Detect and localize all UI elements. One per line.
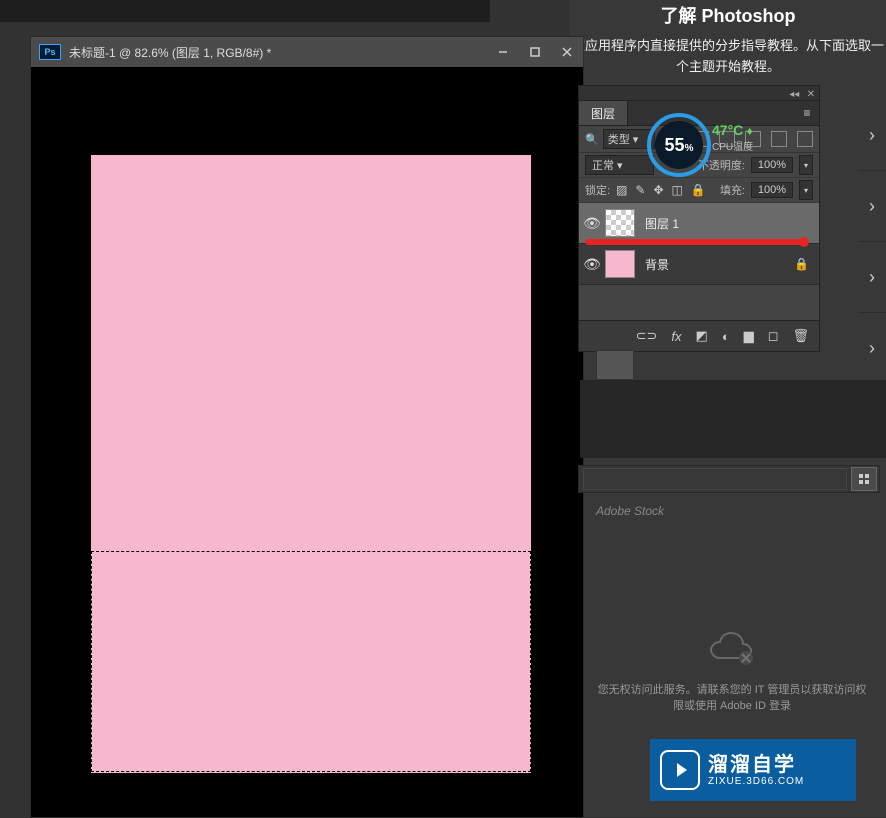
layer-mask-icon[interactable]: ◩ (696, 328, 708, 344)
maximize-button[interactable] (519, 37, 551, 67)
link-layers-icon[interactable]: ⊂⊃ (636, 328, 658, 344)
lock-artboard-icon[interactable]: ◫ (672, 183, 683, 197)
watermark-badge: 溜溜自学 ZIXUE.3D66.COM (650, 739, 856, 801)
lock-icon-group: ▨ ✎ ✥ ◫ 🔒 (616, 183, 706, 197)
play-icon (660, 750, 700, 790)
layer-thumbnail-2[interactable] (605, 250, 635, 278)
cloud-error-message: 您无权访问此服务。请联系您的 IT 管理员以获取访问权限或使用 Adobe ID… (596, 682, 868, 715)
watermark-title: 溜溜自学 (708, 754, 804, 776)
stock-toolbar (578, 465, 880, 493)
document-window: Ps 未标题-1 @ 82.6% (图层 1, RGB/8#) * (30, 36, 584, 818)
expand-chevron-4[interactable]: › (858, 313, 886, 384)
lock-move-icon[interactable]: ✥ (653, 183, 663, 197)
lock-paint-icon[interactable]: ✎ (635, 183, 645, 197)
layer-thumbnail-1[interactable] (605, 209, 635, 237)
marquee-selection[interactable] (91, 551, 531, 772)
lock-transparency-icon[interactable]: ▨ (616, 183, 627, 197)
watermark-url: ZIXUE.3D66.COM (708, 776, 804, 787)
panel-collapse-bar[interactable]: ◂◂ ✕ (579, 86, 819, 101)
blend-mode-select[interactable]: 正常 ▾ (585, 155, 654, 175)
fill-input[interactable]: 100% (751, 182, 793, 198)
lock-row: 锁定: ▨ ✎ ✥ ◫ 🔒 填充: 100% ▾ (579, 178, 819, 203)
lock-label: 锁定: (585, 182, 610, 198)
filter-shape-icon[interactable] (771, 131, 787, 147)
cpu-gauge: 55% (647, 113, 711, 177)
minimize-button[interactable] (487, 37, 519, 67)
layer-fx-icon[interactable]: fx (671, 329, 681, 344)
collapse-icon[interactable]: ◂◂ (789, 89, 799, 100)
cpu-temp-label: CPU温度 (712, 138, 753, 153)
document-titlebar[interactable]: Ps 未标题-1 @ 82.6% (图层 1, RGB/8#) * (31, 37, 583, 67)
gauge-percent: 55% (665, 135, 694, 156)
grid-view-button[interactable] (851, 467, 877, 491)
learn-panel: 了解 Photoshop 在应用程序内直接提供的分步指导教程。从下面选取一个主题… (570, 0, 886, 85)
layer-name-1[interactable]: 图层 1 (645, 215, 679, 232)
cloud-error-icon (708, 630, 756, 666)
adjustment-layer-icon[interactable]: ◐ (722, 329, 730, 344)
expand-chevron-2[interactable]: › (858, 171, 886, 242)
opacity-chevron-icon[interactable]: ▾ (799, 155, 813, 175)
stock-dropdown[interactable] (583, 468, 847, 490)
expand-chevron-3[interactable]: › (858, 242, 886, 313)
opacity-input[interactable]: 100% (751, 157, 793, 173)
layer-list: 👁 图层 1 👁 背景 🔒 (579, 203, 819, 285)
adobe-stock-label: Adobe Stock (596, 504, 664, 518)
lock-all-icon[interactable]: 🔒 (691, 183, 706, 197)
cpu-temp-readout: 47°C ♦ CPU温度 (712, 122, 753, 153)
cloud-error-area: 您无权访问此服务。请联系您的 IT 管理员以获取访问权限或使用 Adobe ID… (596, 630, 868, 715)
layer-row-1[interactable]: 👁 图层 1 (579, 203, 819, 244)
leaf-icon: ♦ (747, 124, 753, 138)
layer-name-2[interactable]: 背景 (645, 256, 669, 273)
app-menubar-bg (0, 0, 490, 22)
document-title: 未标题-1 @ 82.6% (图层 1, RGB/8#) * (69, 44, 271, 61)
group-icon[interactable]: ▆ (744, 328, 754, 344)
new-layer-icon[interactable]: ◻ (768, 328, 779, 344)
fill-label: 填充: (720, 182, 745, 198)
photoshop-icon: Ps (39, 44, 61, 60)
close-panel-icon[interactable]: ✕ (807, 89, 815, 100)
delete-layer-icon[interactable]: 🗑 (792, 328, 809, 344)
side-expand-column: › › › › (858, 100, 886, 384)
canvas[interactable] (91, 155, 531, 773)
search-icon: 🔍 (585, 133, 599, 146)
tab-layers[interactable]: 图层 (579, 101, 628, 125)
panel-menu-icon[interactable]: ≡ (795, 101, 819, 125)
close-button[interactable] (551, 37, 583, 67)
filter-smart-icon[interactable] (797, 131, 813, 147)
expand-chevron-1[interactable]: › (858, 100, 886, 171)
preview-thumbnail[interactable] (596, 350, 634, 380)
visibility-toggle-1[interactable]: 👁 (579, 215, 605, 232)
learn-title: 了解 Photoshop (570, 0, 886, 28)
layers-bottom-bar: ⊂⊃ fx ◩ ◐ ▆ ◻ 🗑 (579, 320, 819, 351)
learn-subtitle: 在应用程序内直接提供的分步指导教程。从下面选取一个主题开始教程。 (570, 36, 886, 78)
layer-lock-icon[interactable]: 🔒 (794, 257, 809, 271)
visibility-toggle-2[interactable]: 👁 (579, 256, 605, 273)
fill-chevron-icon[interactable]: ▾ (799, 180, 813, 200)
cpu-temp-value: 47°C (712, 122, 743, 138)
layer-row-2[interactable]: 👁 背景 🔒 (579, 244, 819, 285)
panel-divider (580, 380, 886, 458)
